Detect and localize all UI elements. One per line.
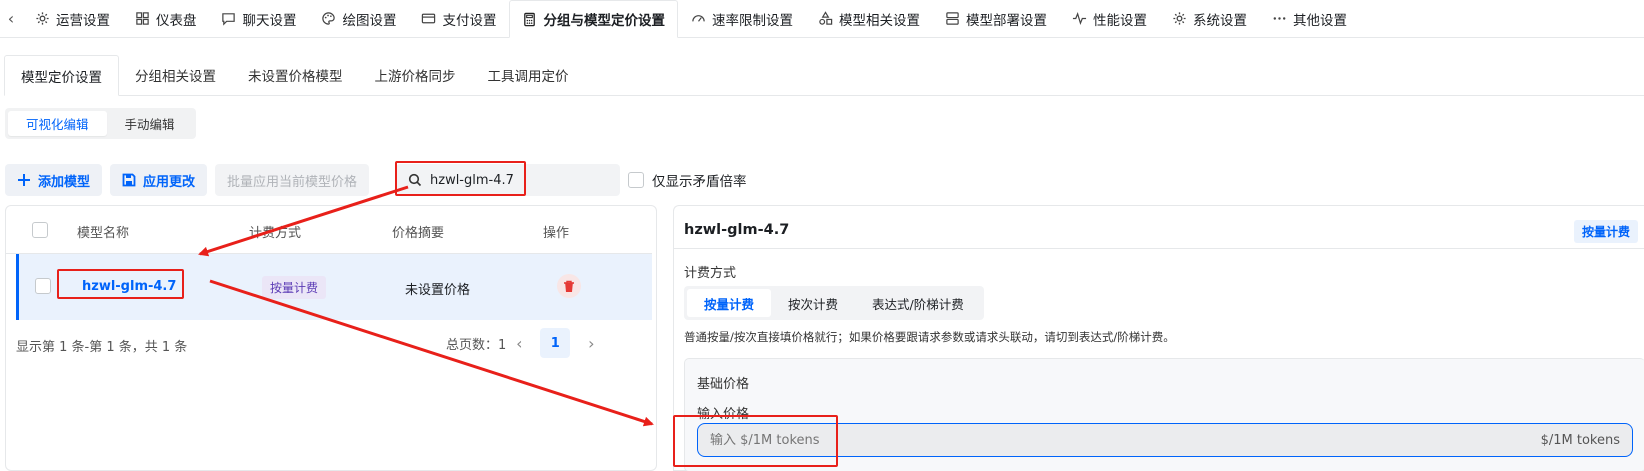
tab-label: 仪表盘 — [156, 12, 197, 29]
tab-performance-settings[interactable]: 性能设置 — [1059, 0, 1159, 38]
tab-system-settings[interactable]: 系统设置 — [1159, 0, 1259, 38]
billing-by-usage-button[interactable]: 按量计费 — [687, 289, 772, 317]
model-table-card: 模型名称 计费方式 价格摘要 操作 hzwl-glm-4.7 按量计费 未设置价… — [5, 205, 657, 471]
save-icon — [122, 173, 136, 187]
conflict-only-toggle[interactable]: 仅显示矛盾倍率 — [628, 170, 747, 190]
add-model-button[interactable]: 添加模型 — [5, 164, 103, 196]
apply-changes-label: 应用更改 — [143, 174, 196, 190]
prev-page-icon[interactable]: ‹ — [506, 328, 532, 358]
plus-icon — [17, 173, 31, 187]
batch-apply-button[interactable]: 批量应用当前模型价格 — [215, 164, 370, 196]
add-model-label: 添加模型 — [38, 174, 91, 190]
palette-icon — [321, 11, 337, 27]
detail-billing-tag: 按量计费 — [1573, 220, 1638, 243]
price-summary: 未设置价格 — [405, 283, 471, 298]
trash-icon — [564, 280, 574, 292]
page-number[interactable]: 1 — [540, 328, 571, 358]
visual-edit-button[interactable]: 可视化编辑 — [8, 111, 107, 136]
calculator-icon — [522, 11, 538, 27]
tab-label: 模型部署设置 — [966, 12, 1047, 29]
subtab-unpriced-models[interactable]: 未设置价格模型 — [232, 55, 359, 95]
input-price-suffix: $/1M tokens — [1540, 432, 1620, 448]
gauge-icon — [690, 11, 706, 27]
annotation-box-input — [673, 415, 838, 467]
divider — [674, 248, 1644, 249]
subtab-upstream-sync[interactable]: 上游价格同步 — [359, 55, 472, 95]
tab-label: 性能设置 — [1093, 12, 1147, 29]
header-model-name: 模型名称 — [77, 226, 130, 241]
billing-expression-button[interactable]: 表达式/阶梯计费 — [855, 289, 981, 317]
tab-label: 系统设置 — [1193, 12, 1247, 29]
base-price-title: 基础价格 — [697, 377, 750, 392]
top-tab-bar: ‹ 运营设置 仪表盘 聊天设置 绘图设置 支付设置 分组与模型定价设置 速率限制… — [0, 0, 1644, 38]
subtab-group-settings[interactable]: 分组相关设置 — [119, 55, 232, 95]
tab-label: 速率限制设置 — [712, 12, 793, 29]
sub-tab-bar: 模型定价设置 分组相关设置 未设置价格模型 上游价格同步 工具调用定价 — [4, 55, 1644, 96]
tab-chat-settings[interactable]: 聊天设置 — [209, 0, 309, 38]
delete-button[interactable] — [557, 274, 581, 298]
chevron-left-icon[interactable]: ‹ — [0, 0, 22, 38]
manual-edit-button[interactable]: 手动编辑 — [107, 111, 193, 136]
annotation-box-search — [395, 161, 526, 196]
tab-group-model-pricing[interactable]: 分组与模型定价设置 — [508, 0, 678, 38]
pagination-summary: 显示第 1 条-第 1 条，共 1 条 — [16, 340, 188, 355]
pulse-icon — [1071, 11, 1087, 27]
select-all-checkbox[interactable] — [32, 222, 48, 238]
tab-model-deploy-settings[interactable]: 模型部署设置 — [932, 0, 1059, 38]
tab-label: 分组与模型定价设置 — [543, 13, 666, 29]
tab-label: 运营设置 — [56, 12, 110, 29]
subtab-tool-pricing[interactable]: 工具调用定价 — [472, 55, 585, 95]
card-icon — [421, 11, 437, 27]
annotation-box-model — [57, 269, 184, 299]
tab-label: 模型相关设置 — [839, 12, 920, 29]
tab-model-settings[interactable]: 模型相关设置 — [805, 0, 932, 38]
billing-per-call-button[interactable]: 按次计费 — [771, 289, 855, 317]
server-icon — [944, 11, 960, 27]
tab-label: 支付设置 — [442, 12, 497, 29]
edit-mode-switch: 可视化编辑 手动编辑 — [5, 108, 196, 139]
tab-operation-settings[interactable]: 运营设置 — [22, 0, 122, 38]
shapes-icon — [817, 11, 833, 27]
billing-method-label: 计费方式 — [684, 266, 737, 281]
tab-dashboard[interactable]: 仪表盘 — [122, 0, 209, 38]
row-checkbox[interactable] — [35, 278, 51, 294]
tab-label: 其他设置 — [1293, 12, 1347, 29]
next-page-icon[interactable]: › — [578, 328, 604, 358]
header-summary: 价格摘要 — [392, 226, 445, 241]
grid-icon — [134, 11, 150, 27]
tab-rate-limit-settings[interactable]: 速率限制设置 — [678, 0, 805, 38]
tab-label: 聊天设置 — [242, 12, 297, 29]
gear-icon — [1171, 11, 1187, 27]
detail-title: hzwl-glm-4.7 — [684, 222, 790, 238]
tab-other-settings[interactable]: 其他设置 — [1259, 0, 1359, 38]
conflict-only-checkbox[interactable] — [628, 172, 644, 188]
tab-payment-settings[interactable]: 支付设置 — [409, 0, 509, 38]
header-billing: 计费方式 — [249, 226, 302, 241]
gear-icon — [34, 11, 50, 27]
header-actions: 操作 — [543, 226, 570, 241]
total-pages: 总页数：1 — [446, 337, 507, 353]
pagination: 总页数：1 ‹ 1 › — [446, 328, 604, 358]
tab-label: 绘图设置 — [342, 12, 397, 29]
billing-method-switch: 按量计费 按次计费 表达式/阶梯计费 — [684, 286, 984, 320]
more-icon — [1271, 11, 1287, 27]
subtab-model-pricing[interactable]: 模型定价设置 — [4, 55, 119, 96]
billing-tag: 按量计费 — [262, 276, 327, 299]
billing-hint: 普通按量/按次直接填价格就行；如果价格要跟请求参数或请求头联动，请切到表达式/阶… — [684, 330, 1175, 344]
table-header: 模型名称 计费方式 价格摘要 操作 — [6, 206, 652, 254]
toolbar: 添加模型 应用更改 批量应用当前模型价格 — [5, 164, 377, 196]
conflict-only-label: 仅显示矛盾倍率 — [652, 174, 747, 190]
apply-changes-button[interactable]: 应用更改 — [110, 164, 208, 196]
tab-drawing-settings[interactable]: 绘图设置 — [309, 0, 409, 38]
chat-icon — [221, 11, 237, 27]
